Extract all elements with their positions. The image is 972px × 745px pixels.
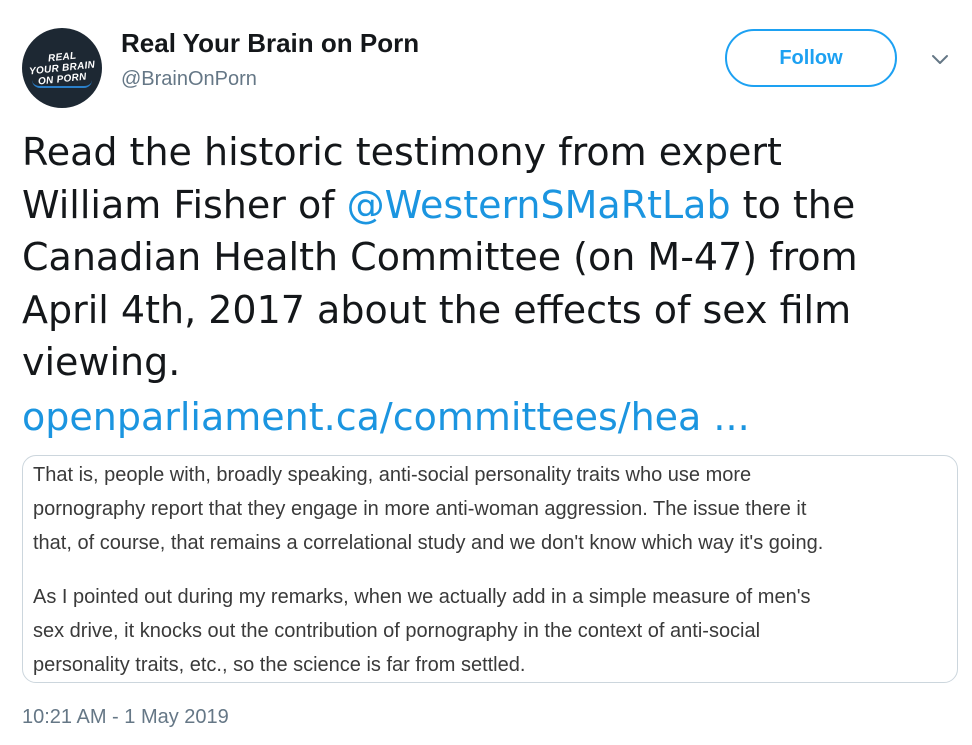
- avatar[interactable]: REAL YOUR BRAIN ON PORN: [22, 28, 102, 108]
- quote-line: pornography report that they engage in m…: [33, 498, 807, 520]
- quote-paragraph: As I pointed out during my remarks, when…: [33, 580, 949, 682]
- quote-line: personality traits, etc., so the science…: [33, 654, 526, 676]
- avatar-swoosh: [32, 80, 92, 88]
- tweet-line: Read the historic testimony from expert: [22, 130, 782, 174]
- tweet-line-segment: to the: [730, 182, 856, 227]
- quote-paragraph: That is, people with, broadly speaking, …: [33, 458, 949, 560]
- tweet-line: Canadian Health Committee (on M-47) from: [22, 235, 858, 279]
- media-image[interactable]: That is, people with, broadly speaking, …: [22, 455, 958, 683]
- quote-line: sex drive, it knocks out the contributio…: [33, 620, 761, 642]
- follow-button[interactable]: Follow: [725, 29, 897, 87]
- author-display-name[interactable]: Real Your Brain on Porn: [121, 28, 419, 59]
- url-link[interactable]: openparliament.ca/committees/hea ...: [22, 391, 750, 443]
- tweet-line: William Fisher of @WesternSMaRtLab to th…: [22, 179, 952, 232]
- author-handle[interactable]: @BrainOnPorn: [121, 68, 257, 91]
- tweet-line: viewing.: [22, 340, 181, 384]
- tweet-text: Read the historic testimony from expert …: [22, 126, 952, 389]
- tweet-line-segment: William Fisher of: [22, 182, 347, 227]
- quote-line: that, of course, that remains a correlat…: [33, 532, 824, 554]
- mention-link[interactable]: @WesternSMaRtLab: [347, 183, 731, 227]
- tweet-line: April 4th, 2017 about the effects of sex…: [22, 287, 852, 332]
- chevron-down-icon[interactable]: [928, 50, 952, 70]
- quote-line: That is, people with, broadly speaking, …: [33, 464, 752, 486]
- tweet-timestamp[interactable]: 10:21 AM - 1 May 2019: [22, 706, 229, 729]
- quote-line: As I pointed out during my remarks, when…: [33, 586, 811, 608]
